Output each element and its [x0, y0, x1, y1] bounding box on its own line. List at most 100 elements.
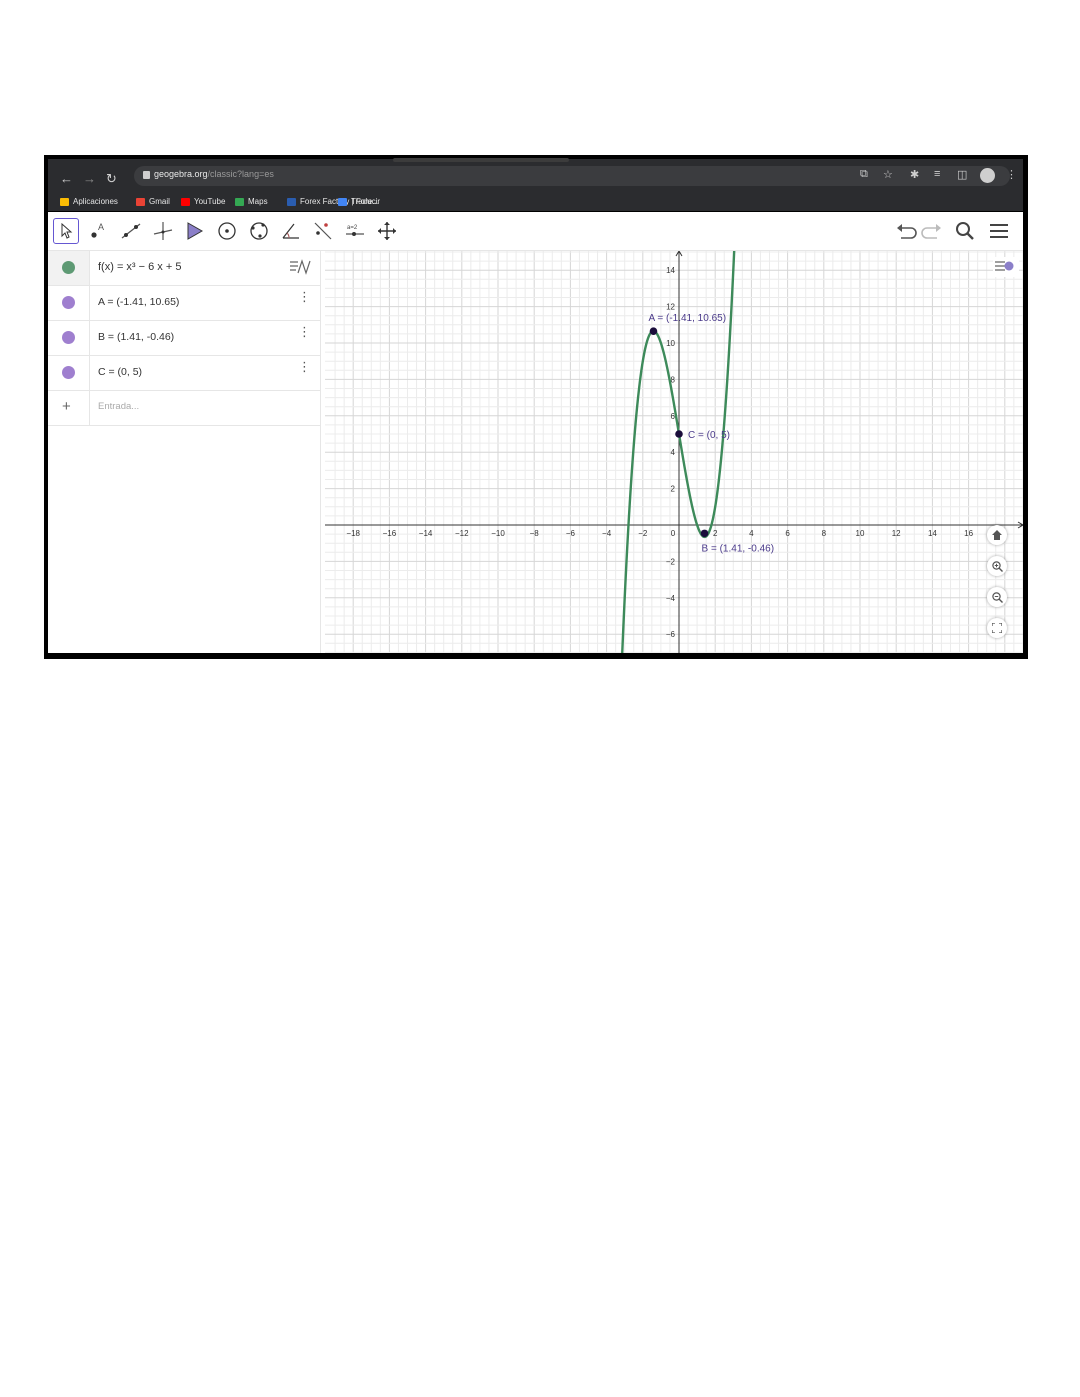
home-icon — [992, 530, 1002, 540]
svg-text:A: A — [98, 222, 104, 232]
plus-icon[interactable]: + — [62, 398, 71, 415]
visibility-toggle[interactable] — [62, 331, 75, 344]
y-tick-label: 4 — [671, 448, 676, 457]
move-graphics-button[interactable] — [374, 218, 400, 244]
x-tick-label: 0 — [671, 529, 676, 538]
zoom-in-button[interactable] — [987, 556, 1007, 576]
y-tick-label: −4 — [666, 594, 676, 603]
visibility-toggle[interactable] — [62, 296, 75, 309]
more-options-icon[interactable]: ⋮ — [298, 360, 311, 373]
perpendicular-tool-button[interactable] — [150, 218, 176, 244]
zoom-out-icon — [991, 591, 1003, 603]
x-tick-label: 4 — [749, 529, 754, 538]
bookmark-0[interactable]: Aplicaciones — [60, 197, 118, 206]
point-label: B = (1.41, -0.46) — [702, 543, 775, 554]
circle-three-points-icon — [250, 222, 268, 240]
point-definition[interactable]: A = (-1.41, 10.65) — [98, 296, 179, 308]
y-tick-label: 12 — [666, 303, 675, 312]
x-tick-label: 12 — [892, 529, 901, 538]
x-tick-label: −4 — [602, 529, 612, 538]
y-tick-label: 2 — [671, 485, 676, 494]
bookmark-icon — [338, 197, 347, 206]
redo-button[interactable] — [919, 218, 945, 244]
bookmark-5[interactable]: Traducir — [338, 197, 380, 206]
point-marker[interactable] — [649, 327, 658, 335]
x-tick-label: 8 — [822, 529, 827, 538]
algebra-input-row[interactable]: + Entrada... — [48, 391, 320, 426]
undo-icon — [897, 224, 917, 239]
sidepanel-icon[interactable]: ◫ — [957, 168, 967, 181]
circle-three-points-button[interactable] — [246, 218, 272, 244]
algebra-row-point[interactable]: B = (1.41, -0.46) ⋮ — [48, 321, 320, 356]
bookmark-icon — [60, 197, 69, 206]
geogebra-app: A a=2 f(x) = x³ − 6 x + 5 A = (-1.41, 10… — [48, 212, 1023, 653]
url-text: geogebra.org/classic?lang=es — [154, 169, 274, 179]
zoom-out-button[interactable] — [987, 587, 1007, 607]
circle-tool-button[interactable] — [214, 218, 240, 244]
move-graphics-icon — [378, 222, 396, 240]
bookmark-1[interactable]: Gmail — [136, 197, 170, 206]
algebra-style-icon — [290, 259, 311, 275]
x-tick-label: −14 — [419, 529, 433, 538]
point-marker[interactable] — [675, 430, 683, 438]
move-tool-button[interactable] — [53, 218, 79, 244]
geogebra-toolbar: A a=2 — [48, 212, 1023, 251]
reflect-icon — [314, 222, 332, 240]
bookmark-2[interactable]: YouTube — [181, 197, 225, 206]
forward-icon[interactable]: → — [83, 171, 96, 186]
x-tick-label: −6 — [566, 529, 576, 538]
more-options-icon[interactable]: ⋮ — [298, 290, 311, 303]
visibility-toggle[interactable] — [62, 366, 75, 379]
algebra-row-function[interactable]: f(x) = x³ − 6 x + 5 — [48, 251, 320, 286]
graphics-view[interactable]: −18 −16 −14 −12 −10 −8 −6 −4 −2 0 2 4 6 8 10 12 14 16 −6 −4… — [325, 251, 1023, 653]
point-marker[interactable] — [700, 529, 709, 538]
algebra-row-point[interactable]: C = (0, 5) ⋮ — [48, 356, 320, 391]
angle-tool-button[interactable] — [278, 218, 304, 244]
x-tick-label: −16 — [383, 529, 397, 538]
x-tick-label: 2 — [713, 529, 718, 538]
point-definition[interactable]: C = (0, 5) — [98, 366, 142, 378]
algebra-row-point[interactable]: A = (-1.41, 10.65) ⋮ — [48, 286, 320, 321]
x-tick-label: 6 — [785, 529, 790, 538]
search-icon — [956, 222, 974, 240]
y-tick-label: −6 — [666, 630, 676, 639]
point-tool-button[interactable]: A — [86, 218, 112, 244]
input-bar[interactable]: Entrada... — [98, 401, 139, 412]
graphics-style-button[interactable] — [993, 257, 1019, 277]
point-label: A = (-1.41, 10.65) — [648, 313, 726, 324]
point-definition[interactable]: B = (1.41, -0.46) — [98, 331, 174, 343]
main-menu-button[interactable] — [986, 218, 1012, 244]
polygon-tool-button[interactable] — [182, 218, 208, 244]
home-button[interactable] — [987, 525, 1007, 545]
more-options-icon[interactable]: ⋮ — [298, 325, 311, 338]
algebra-style-button[interactable] — [288, 257, 312, 282]
bookmark-icon — [136, 197, 145, 206]
address-bar[interactable]: geogebra.org/classic?lang=es — [134, 166, 1010, 186]
hamburger-icon — [990, 224, 1008, 238]
back-icon[interactable]: ← — [60, 171, 73, 186]
function-definition[interactable]: f(x) = x³ − 6 x + 5 — [98, 261, 181, 273]
y-tick-label: 10 — [666, 339, 675, 348]
menu-dots-icon[interactable]: ⋮ — [1006, 168, 1017, 181]
x-tick-label: −18 — [346, 529, 360, 538]
window-notch — [393, 158, 569, 162]
reflect-tool-button[interactable] — [310, 218, 336, 244]
fullscreen-button[interactable] — [987, 618, 1007, 638]
cursor-icon — [61, 223, 73, 239]
visibility-toggle[interactable] — [62, 261, 75, 274]
undo-button[interactable] — [893, 218, 919, 244]
extensions-icon[interactable]: ✱ — [910, 168, 919, 181]
avatar[interactable] — [980, 168, 995, 183]
star-icon[interactable]: ☆ — [883, 168, 893, 181]
reload-icon[interactable]: ↻ — [106, 171, 117, 187]
browser-chrome: ← → ↻ geogebra.org/classic?lang=es ⧉ ☆ ✱… — [48, 159, 1023, 211]
search-button[interactable] — [952, 218, 978, 244]
bookmark-3[interactable]: Maps — [235, 197, 268, 206]
line-tool-button[interactable] — [118, 218, 144, 244]
angle-icon — [282, 223, 299, 239]
x-tick-label: 14 — [928, 529, 937, 538]
graph-canvas[interactable]: −18 −16 −14 −12 −10 −8 −6 −4 −2 0 2 4 6 8 10 12 14 16 −6 −4… — [325, 251, 1023, 653]
media-icon[interactable]: ≡ — [934, 168, 940, 180]
slider-tool-button[interactable]: a=2 — [342, 218, 368, 244]
share-icon[interactable]: ⧉ — [860, 168, 868, 181]
